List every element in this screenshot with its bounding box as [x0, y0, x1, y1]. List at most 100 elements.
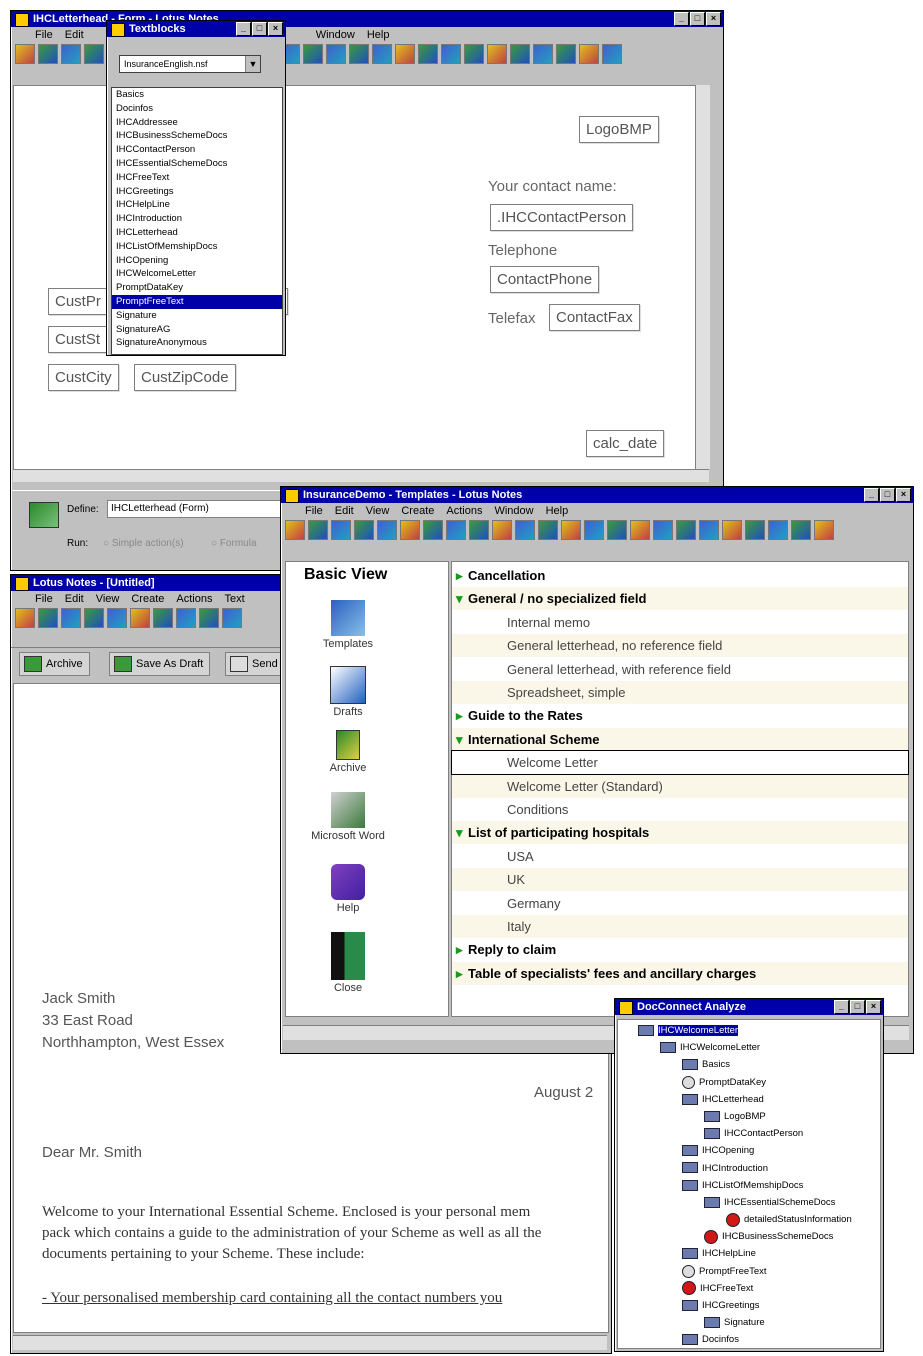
textblock-item[interactable]: IHCLetterhead	[112, 226, 282, 240]
contact-fax-field[interactable]: ContactFax	[549, 304, 640, 331]
toolbar-icon[interactable]	[515, 520, 535, 540]
textblock-item[interactable]: PromptFreeText	[112, 294, 282, 309]
close-button[interactable]: ×	[866, 1000, 881, 1014]
maximize-button[interactable]: □	[252, 22, 267, 36]
view-document-row[interactable]: Germany	[452, 892, 908, 915]
textblock-item[interactable]: IHCGreetings	[112, 185, 282, 199]
menu-file[interactable]: File	[305, 505, 323, 517]
tree-node[interactable]: Basics	[622, 1056, 852, 1073]
toolbar-icon[interactable]	[602, 44, 622, 64]
close-button[interactable]: ×	[706, 12, 721, 26]
close-button[interactable]: ×	[896, 488, 911, 502]
toolbar-icon[interactable]	[303, 44, 323, 64]
textblocks-list[interactable]: Basics Docinfos IHCAddressee IHCBusinessSch…	[111, 87, 283, 355]
toolbar-icon[interactable]	[584, 520, 604, 540]
menu-edit[interactable]: Edit	[65, 593, 84, 605]
toolbar-icon[interactable]	[492, 520, 512, 540]
save-as-draft-button[interactable]: Save As Draft	[109, 652, 211, 676]
toolbar-icon[interactable]	[464, 44, 484, 64]
tree-node[interactable]: PromptDataKey	[622, 1074, 852, 1091]
toolbar-icon[interactable]	[533, 44, 553, 64]
toolbar-icon[interactable]	[653, 520, 673, 540]
docconnect-titlebar[interactable]: DocConnect Analyze _ □ ×	[615, 999, 883, 1015]
chevron-down-icon[interactable]: ▼	[245, 56, 260, 72]
toolbar-icon[interactable]	[745, 520, 765, 540]
view-category-row[interactable]: ▸ Cancellation	[452, 564, 908, 587]
toolbar-icon[interactable]	[15, 44, 35, 64]
minimize-button[interactable]: _	[236, 22, 251, 36]
menu-edit[interactable]: Edit	[335, 505, 354, 517]
address-street[interactable]: 33 East Road	[42, 1012, 133, 1029]
menu-view[interactable]: View	[96, 593, 120, 605]
view-category-row[interactable]: ▸ Reply to claim	[452, 938, 908, 961]
templates-view[interactable]: ▸ Cancellation ▾ General / no specialized f…	[451, 561, 909, 1017]
menu-help[interactable]: Help	[546, 505, 569, 517]
toolbar-icon[interactable]	[699, 520, 719, 540]
textblock-item[interactable]: IHCBusinessSchemeDocs	[112, 129, 282, 143]
view-document-row[interactable]: Welcome Letter	[451, 750, 909, 776]
toolbar-icon[interactable]	[176, 608, 196, 628]
toolbar-icon[interactable]	[556, 44, 576, 64]
tree-node[interactable]: IHCWelcomeLetter	[622, 1022, 852, 1039]
nav-templates[interactable]: Templates	[298, 600, 398, 650]
toolbar-icon[interactable]	[349, 44, 369, 64]
textblock-item[interactable]: Basics	[112, 88, 282, 102]
view-document-row[interactable]: Welcome Letter (Standard)	[452, 774, 908, 798]
menu-view[interactable]: Window	[316, 29, 355, 41]
twistie-expanded-icon[interactable]: ▾	[456, 587, 468, 610]
menu-actions[interactable]: Actions	[176, 593, 212, 605]
toolbar-icon[interactable]	[418, 44, 438, 64]
menu-file[interactable]: File	[35, 593, 53, 605]
toolbar-icon[interactable]	[372, 44, 392, 64]
toolbar-icon[interactable]	[400, 520, 420, 540]
tree-node[interactable]: detailedStatusInformation	[622, 1211, 852, 1228]
toolbar-icon[interactable]	[441, 44, 461, 64]
tree-node[interactable]: IHCContactPerson	[622, 1125, 852, 1142]
textblock-item[interactable]: IHCContactPerson	[112, 143, 282, 157]
nav-help[interactable]: Help	[298, 864, 398, 914]
tree-node[interactable]: Signature	[622, 1314, 852, 1331]
toolbar-icon[interactable]	[61, 608, 81, 628]
toolbar-icon[interactable]	[107, 608, 127, 628]
toolbar-icon[interactable]	[354, 520, 374, 540]
toolbar-icon[interactable]	[607, 520, 627, 540]
view-document-row[interactable]: Internal memo	[452, 611, 908, 634]
view-document-row[interactable]: Conditions	[452, 798, 908, 821]
tree-node[interactable]: IHCBusinessSchemeDocs	[622, 1228, 852, 1245]
toolbar-icon[interactable]	[308, 520, 328, 540]
contact-phone-field[interactable]: ContactPhone	[490, 266, 600, 293]
tree-node[interactable]: IHCListOfMemshipDocs	[622, 1177, 852, 1194]
toolbar-icon[interactable]	[153, 608, 173, 628]
menu-create[interactable]: Create	[131, 593, 164, 605]
close-button[interactable]: ×	[268, 22, 283, 36]
nav-close[interactable]: Close	[298, 932, 398, 994]
minimize-button[interactable]: _	[864, 488, 879, 502]
tree-node[interactable]: LogoBMP	[622, 1108, 852, 1125]
textblock-item[interactable]: IHCFreeText	[112, 171, 282, 185]
define-select[interactable]: IHCLetterhead (Form)	[107, 500, 282, 518]
view-category-row[interactable]: ▸ Guide to the Rates	[452, 704, 908, 727]
menu-edit[interactable]: Edit	[65, 29, 84, 41]
archive-button[interactable]: Archive	[19, 652, 90, 676]
view-document-row[interactable]: Spreadsheet, simple	[452, 681, 908, 704]
textblock-item[interactable]: IHCHelpLine	[112, 198, 282, 212]
templates-titlebar[interactable]: InsuranceDemo - Templates - Lotus Notes …	[281, 487, 913, 503]
database-dropdown[interactable]: InsuranceEnglish.nsf ▼	[119, 55, 261, 73]
textblock-item[interactable]: SignatureAnonymous	[112, 336, 282, 350]
twistie-collapsed-icon[interactable]: ▸	[456, 938, 468, 961]
toolbar-icon[interactable]	[84, 608, 104, 628]
tree-node[interactable]: IHCOpening	[622, 1142, 852, 1159]
textblock-item[interactable]: IHCEssentialSchemeDocs	[112, 157, 282, 171]
toolbar-icon[interactable]	[814, 520, 834, 540]
horizontal-scrollbar[interactable]	[13, 469, 709, 482]
toolbar-icon[interactable]	[579, 44, 599, 64]
toolbar-icon[interactable]	[423, 520, 443, 540]
cust-zip-field[interactable]: CustZipCode	[134, 364, 236, 391]
nav-archive[interactable]: Archive	[298, 730, 398, 774]
run-option-formula[interactable]: ○ Formula	[211, 538, 257, 549]
contact-person-field[interactable]: .IHCContactPerson	[490, 204, 634, 231]
maximize-button[interactable]: □	[850, 1000, 865, 1014]
textblock-item[interactable]: IHCListOfMemshipDocs	[112, 240, 282, 254]
addressee-name[interactable]: Jack Smith	[42, 990, 115, 1007]
toolbar-icon[interactable]	[15, 608, 35, 628]
